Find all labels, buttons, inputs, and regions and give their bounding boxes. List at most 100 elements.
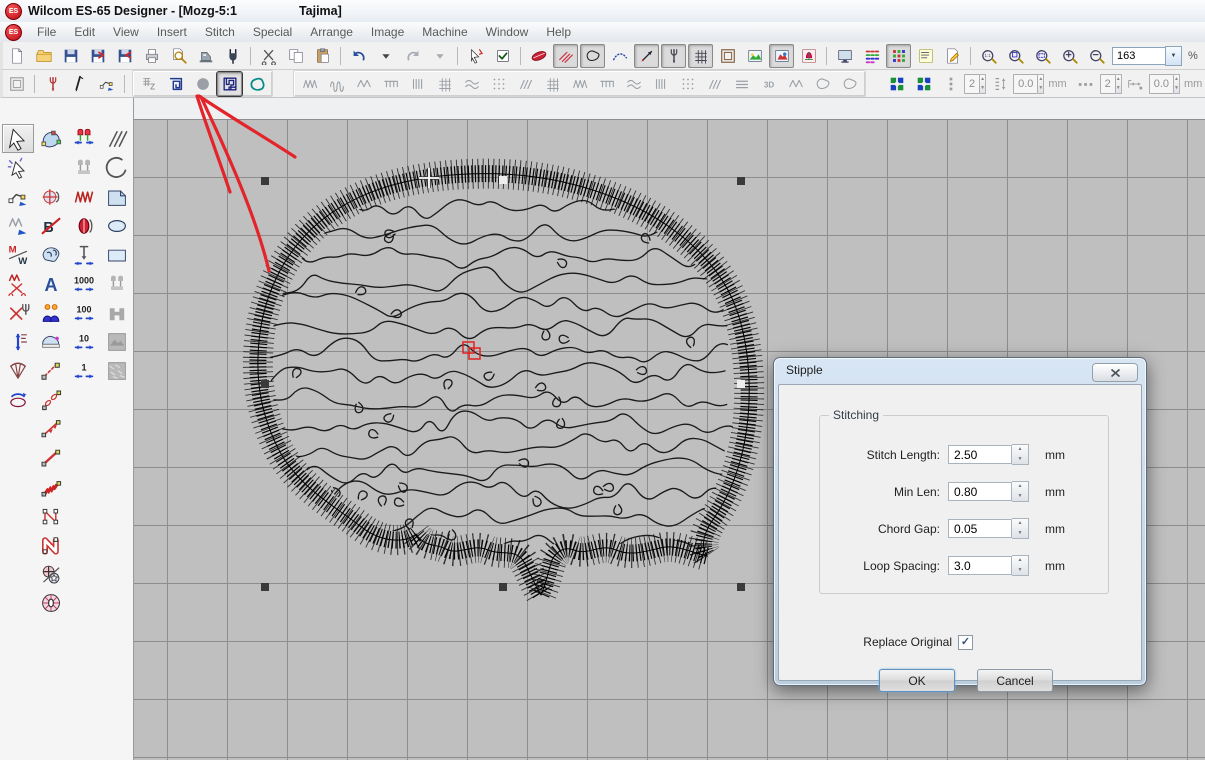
pattern-stamp-icon[interactable]: Z: [136, 72, 161, 96]
e-stitch-icon[interactable]: [324, 72, 349, 96]
flower-spacing-tool[interactable]: [68, 124, 100, 153]
freehand-shape-icon[interactable]: [244, 72, 269, 96]
design-properties-icon[interactable]: [940, 44, 965, 68]
underlay-spinner[interactable]: ▲▼: [980, 74, 986, 94]
fragment-spinner[interactable]: ▲▼: [1116, 74, 1122, 94]
texture-tool[interactable]: [101, 356, 133, 385]
manual-circle-icon[interactable]: [190, 72, 215, 96]
open-design-icon[interactable]: [31, 44, 56, 68]
satin-stitch-icon[interactable]: [297, 72, 322, 96]
cross-fill-icon[interactable]: [540, 72, 565, 96]
comb-fill-icon[interactable]: [594, 72, 619, 96]
redo-icon[interactable]: [400, 44, 425, 68]
dot-fill-icon[interactable]: [675, 72, 700, 96]
show-connectors-icon[interactable]: [607, 44, 632, 68]
zigzag-stitch-icon[interactable]: [351, 72, 376, 96]
align-corners-icon[interactable]: [884, 72, 909, 96]
connect-machine-icon[interactable]: [220, 44, 245, 68]
reshape-node-icon[interactable]: [94, 72, 119, 96]
menu-item-special[interactable]: Special: [244, 23, 301, 41]
replace-original-checkbox[interactable]: ✓: [958, 635, 973, 650]
show-picture-icon[interactable]: [742, 44, 767, 68]
arrow-run-tool[interactable]: [35, 414, 67, 443]
undo-dropdown-icon[interactable]: [373, 44, 398, 68]
more-params-icon[interactable]: [938, 72, 963, 96]
hoop-layout-icon[interactable]: [4, 72, 29, 96]
spacing-spinner[interactable]: ▲▼: [1174, 74, 1180, 94]
manual-zigzag-tool[interactable]: [2, 211, 34, 240]
lightning-run-tool[interactable]: [35, 472, 67, 501]
send-to-machine-icon[interactable]: [193, 44, 218, 68]
menu-item-window[interactable]: Window: [477, 23, 538, 41]
save-design-icon[interactable]: [58, 44, 83, 68]
needle-spacing-tool[interactable]: [68, 240, 100, 269]
field-input[interactable]: [948, 556, 1012, 575]
thread-colors-icon[interactable]: [859, 44, 884, 68]
show-background-icon[interactable]: [796, 44, 821, 68]
mirror-merge-tool[interactable]: [35, 559, 67, 588]
background-image-tool[interactable]: [101, 327, 133, 356]
show-needle-points-icon[interactable]: [661, 44, 686, 68]
redo-dropdown-icon[interactable]: [427, 44, 452, 68]
travel-1-tool[interactable]: 1: [68, 356, 100, 385]
document-logo-icon[interactable]: ES: [5, 24, 22, 41]
fill-shape-tool[interactable]: [35, 240, 67, 269]
color-palette-icon[interactable]: [886, 44, 911, 68]
menu-item-help[interactable]: Help: [537, 23, 580, 41]
write-to-machine-icon[interactable]: [85, 44, 110, 68]
bar-fill-icon[interactable]: [648, 72, 673, 96]
no-lettering-tool[interactable]: B: [35, 211, 67, 240]
show-hoop-icon[interactable]: [715, 44, 740, 68]
measure-tool[interactable]: [2, 327, 34, 356]
show-outlines-icon[interactable]: [553, 44, 578, 68]
print-icon[interactable]: [139, 44, 164, 68]
field-spinner[interactable]: ▲▼: [1012, 555, 1029, 576]
menu-item-image[interactable]: Image: [362, 23, 413, 41]
outline-fill-icon[interactable]: [837, 72, 862, 96]
stipple-fill-icon[interactable]: [217, 72, 242, 96]
tatami-stitch-icon[interactable]: [405, 72, 430, 96]
close-icon[interactable]: [1092, 363, 1138, 382]
dome-shape-tool[interactable]: [35, 153, 67, 182]
cut-stitches-tool[interactable]: [2, 298, 34, 327]
chain-stitch-tool[interactable]: [35, 385, 67, 414]
travel-10-tool[interactable]: 10: [68, 327, 100, 356]
field-input[interactable]: [948, 445, 1012, 464]
lattice-fill-icon[interactable]: [432, 72, 457, 96]
cut-icon[interactable]: [256, 44, 281, 68]
calibrate-screen-icon[interactable]: [832, 44, 857, 68]
menu-item-arrange[interactable]: Arrange: [301, 23, 362, 41]
flower-gray2-tool[interactable]: [101, 269, 133, 298]
zigzag-column-tool[interactable]: [68, 182, 100, 211]
pull-comp-field[interactable]: 0.0: [1013, 74, 1038, 94]
zoom-dropdown-icon[interactable]: ▼: [1165, 46, 1182, 66]
overview-window-tool[interactable]: [101, 298, 133, 327]
zoom-out-icon[interactable]: [1084, 44, 1109, 68]
zoom-factor-input[interactable]: [1112, 47, 1165, 65]
menu-item-view[interactable]: View: [104, 23, 148, 41]
orientation-tool[interactable]: [2, 385, 34, 414]
auto-select-icon[interactable]: [463, 44, 488, 68]
field-input[interactable]: [948, 519, 1012, 538]
line-run-tool[interactable]: [35, 443, 67, 472]
ellipse-tool[interactable]: [101, 211, 133, 240]
lettering-tool[interactable]: A: [35, 269, 67, 298]
show-directions-icon[interactable]: [634, 44, 659, 68]
run-line-tool[interactable]: [35, 356, 67, 385]
flat-fill-icon[interactable]: [729, 72, 754, 96]
new-design-icon[interactable]: [4, 44, 29, 68]
field-spinner[interactable]: ▲▼: [1012, 481, 1029, 502]
flower-gray-tool[interactable]: [68, 153, 100, 182]
stitch-node-tool[interactable]: [2, 182, 34, 211]
underlay-count-field[interactable]: 2: [964, 74, 980, 94]
print-preview-icon[interactable]: [166, 44, 191, 68]
reshape-tool[interactable]: [35, 124, 67, 153]
spiral-fill-icon[interactable]: [567, 72, 592, 96]
copy-icon[interactable]: [283, 44, 308, 68]
zoom-rect-icon[interactable]: [1030, 44, 1055, 68]
pull-comp-spinner[interactable]: ▲▼: [1038, 74, 1044, 94]
zoom-in-icon[interactable]: [1057, 44, 1082, 68]
menu-item-file[interactable]: File: [28, 23, 65, 41]
menu-item-machine[interactable]: Machine: [413, 23, 476, 41]
letter-width-tool[interactable]: MW: [2, 240, 34, 269]
